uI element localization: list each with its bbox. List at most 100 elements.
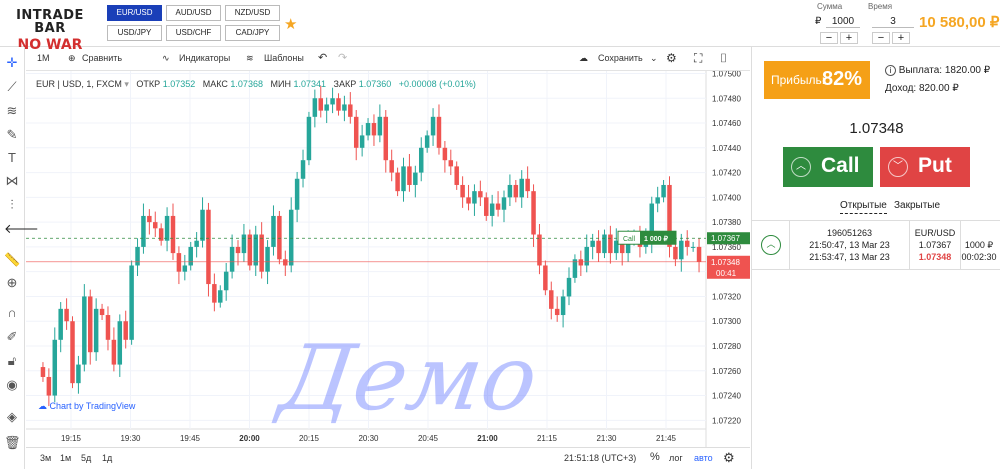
clock[interactable]: 21:51:18 (UTC+3) — [564, 453, 636, 463]
symbol-dropdown-icon[interactable]: ▾ — [124, 79, 129, 89]
y-tick-label: 1.07440 — [712, 144, 741, 153]
settings-gear-icon[interactable]: ⚙ — [723, 450, 735, 466]
chart-area[interactable]: 1.07500 1.07480 1.07460 1.07440 1.07420 1.074… — [26, 69, 750, 447]
pair-usdchf-button[interactable]: USD/CHF — [166, 25, 221, 41]
candle-body — [58, 308, 63, 340]
candle-body — [342, 104, 347, 111]
candle-body — [371, 123, 377, 136]
y-tick-label: 1.07320 — [712, 292, 741, 301]
range-3m-button[interactable]: 3м — [40, 453, 51, 463]
current-price: 1.07348 — [849, 120, 904, 137]
x-tick-label: 19:45 — [180, 434, 201, 443]
indicators-button[interactable]: Индикаторы — [179, 53, 230, 63]
redo-icon[interactable]: ↷ — [338, 51, 347, 64]
time-label: Время — [868, 2, 893, 11]
pair-usdjpy-button[interactable]: USD/JPY — [107, 25, 162, 41]
candle-body — [673, 246, 678, 260]
trash-icon[interactable]: 🗑︎ — [4, 435, 21, 451]
candle-body — [501, 197, 507, 210]
info-icon[interactable]: i — [885, 65, 896, 76]
favorite-star-icon[interactable]: ★ — [284, 15, 297, 33]
sum-input[interactable]: 1000 — [826, 16, 860, 28]
templates-icon[interactable]: ≋ — [246, 53, 254, 64]
y-tick-label: 1.07220 — [712, 416, 741, 425]
prediction-icon[interactable]: ⫶ — [4, 197, 20, 213]
candle-body — [330, 98, 335, 105]
layers-icon[interactable]: ◈ — [4, 409, 20, 425]
tab-closed[interactable]: Закрытые — [894, 200, 940, 211]
pair-eurusd-button[interactable]: EUR/USD — [107, 5, 162, 21]
pair-nzdusd-button[interactable]: NZD/USD — [225, 5, 280, 21]
auto-button[interactable]: авто — [694, 453, 713, 463]
ruler-icon[interactable]: 📏 — [4, 252, 20, 268]
time-plus-button[interactable]: + — [892, 32, 910, 44]
fib-icon[interactable]: ≋ — [4, 103, 20, 119]
trendline-icon[interactable]: ⟋ — [4, 79, 20, 95]
camera-icon[interactable]: ⌷ — [720, 51, 727, 66]
candle-body — [407, 166, 412, 185]
call-button[interactable]: ︿ Call — [783, 147, 873, 187]
compare-icon[interactable]: ⊕ — [68, 53, 76, 64]
pair-cadjpy-button[interactable]: CAD/JPY — [225, 25, 280, 41]
candle-body — [111, 339, 117, 365]
time-input[interactable]: 3 — [872, 16, 914, 28]
pattern-icon[interactable]: ⋈ — [4, 173, 20, 189]
candle-body — [531, 191, 536, 235]
range-1d-button[interactable]: 1д — [102, 453, 112, 463]
log-button[interactable]: лог — [669, 453, 683, 463]
trade-price-label: 1.07367 — [711, 234, 740, 243]
trade-tag-amount: 1 000 ₽ — [644, 235, 668, 243]
candle-body — [158, 228, 164, 241]
trade-amount: 1000 ₽ — [964, 240, 994, 250]
lock-icon[interactable]: 🔓︎ — [4, 353, 20, 369]
fullscreen-icon[interactable]: ⛶ — [694, 51, 702, 66]
candle-body — [182, 265, 188, 272]
pencil-lock-icon[interactable]: ✐ — [4, 329, 20, 345]
candle-body — [188, 246, 193, 266]
sum-label: Сумма — [817, 2, 843, 11]
pair-audusd-button[interactable]: AUD/USD — [166, 5, 221, 21]
brush-icon[interactable]: ✎ — [4, 127, 20, 143]
sum-minus-button[interactable]: − — [820, 32, 838, 44]
trade-row[interactable]: ︿ 196051263 21:50:47, 13 Mar 23 21:53:47… — [752, 220, 1000, 270]
candle-body — [259, 234, 264, 272]
text-icon[interactable]: T — [4, 150, 20, 166]
candle-body — [690, 246, 696, 248]
range-1m-button[interactable]: 1м — [60, 453, 71, 463]
compare-button[interactable]: Сравнить — [82, 53, 122, 63]
tradingview-watermark[interactable]: ☁ Chart by TradingView — [38, 401, 135, 412]
templates-button[interactable]: Шаблоны — [264, 53, 304, 63]
candle-body — [64, 308, 69, 322]
candle-body — [549, 290, 554, 309]
logo[interactable]: INTRADE BAR NO WAR — [0, 9, 100, 52]
candle-body — [684, 240, 690, 247]
payout-line: i Выплата: 1820.00 ₽ — [885, 65, 990, 76]
time-minus-button[interactable]: − — [872, 32, 890, 44]
magnet-icon[interactable]: ∩ — [4, 305, 20, 321]
zoom-in-icon[interactable]: ⊕ — [4, 275, 20, 291]
save-button[interactable]: Сохранить — [598, 53, 643, 63]
cloud-icon[interactable]: ☁ — [579, 53, 588, 64]
settings-gear-icon[interactable]: ⚙ — [666, 51, 677, 65]
chevron-down-icon[interactable]: ⌄ — [650, 53, 658, 64]
undo-icon[interactable]: ↶ — [318, 51, 327, 64]
crosshair-icon[interactable]: ✛ — [4, 55, 20, 71]
eye-icon[interactable]: ◉ — [4, 377, 20, 393]
sum-plus-button[interactable]: + — [840, 32, 858, 44]
y-tick-label: 1.07460 — [712, 119, 741, 128]
indicators-icon[interactable]: ∿ — [162, 53, 170, 64]
candle-body — [82, 296, 87, 365]
close-value: 1.07360 — [358, 79, 392, 89]
candle-body — [519, 178, 524, 198]
put-button[interactable]: ﹀ Put — [880, 147, 970, 187]
candle-body — [566, 277, 572, 297]
interval-button[interactable]: 1M — [37, 53, 50, 63]
percent-button[interactable]: % — [650, 451, 660, 463]
candle-body — [590, 240, 595, 247]
range-5d-button[interactable]: 5д — [81, 453, 91, 463]
x-tick-label: 20:15 — [299, 434, 320, 443]
back-arrow-icon[interactable]: 🡐 — [4, 221, 39, 237]
high-label: МАКС — [202, 79, 228, 89]
tab-open[interactable]: Открытые — [840, 200, 887, 214]
candle-body — [602, 234, 607, 254]
